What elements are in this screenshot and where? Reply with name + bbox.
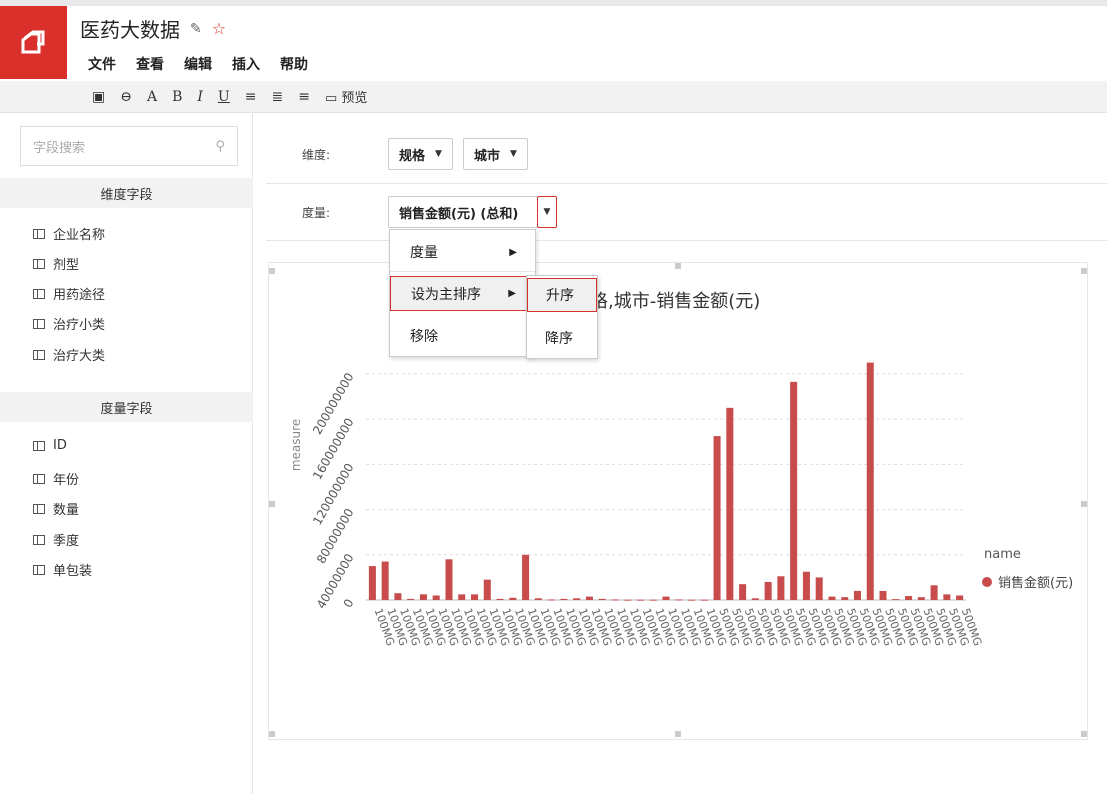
menu-divider [390, 271, 535, 272]
field-item[interactable]: 治疗大类 [33, 345, 105, 364]
measure-dropdown-button[interactable]: ▼ [537, 196, 557, 228]
field-item[interactable]: ID [33, 438, 67, 453]
field-item[interactable]: 治疗小类 [33, 314, 105, 333]
caret-down-icon: ▼ [543, 207, 551, 217]
field-item[interactable]: 年份 [33, 469, 79, 488]
app-logo[interactable] [0, 6, 67, 79]
dimension-label: 维度: [302, 148, 331, 162]
menu-item-descending[interactable]: 降序 [527, 320, 597, 356]
field-icon [33, 258, 45, 269]
menu-view[interactable]: 查看 [136, 54, 164, 74]
field-item[interactable]: 用药途径 [33, 284, 105, 303]
menu-item-label: 移除 [410, 329, 438, 345]
measure-label: 度量: [302, 206, 331, 220]
resize-handle[interactable] [269, 731, 275, 737]
field-item[interactable]: 季度 [33, 530, 79, 549]
resize-handle[interactable] [269, 268, 275, 274]
menu-item-label: 升序 [546, 288, 574, 304]
measure-fields-header: 度量字段 [0, 392, 253, 422]
top-border [0, 0, 1107, 6]
field-label: 治疗大类 [53, 349, 106, 364]
italic-button[interactable]: I [197, 89, 203, 105]
menu-help[interactable]: 帮助 [280, 54, 308, 74]
print-icon[interactable]: ⊖ [120, 89, 132, 105]
field-label: 剂型 [53, 258, 80, 273]
chip-label: 城市 [474, 148, 501, 164]
field-icon [33, 564, 45, 575]
resize-handle[interactable] [675, 263, 681, 269]
resize-handle[interactable] [269, 501, 275, 507]
dimension-chip[interactable]: 规格 ▼ [388, 138, 453, 170]
field-label: 治疗小类 [53, 318, 106, 333]
menu-item-label: 降序 [545, 331, 573, 347]
menu-item-label: 设为主排序 [411, 286, 481, 303]
menu-item-remove[interactable]: 移除 [390, 318, 535, 354]
font-color-button[interactable]: A [147, 89, 157, 105]
resize-handle[interactable] [1081, 268, 1087, 274]
save-icon[interactable]: ▣ [92, 89, 105, 105]
report-title: 医药大数据 [80, 18, 180, 42]
edit-icon[interactable]: ✎ [190, 21, 202, 37]
resize-handle[interactable] [1081, 501, 1087, 507]
menu-file[interactable]: 文件 [88, 54, 116, 74]
chip-label: 销售金额(元) (总和) [399, 206, 519, 222]
align-right-icon[interactable]: ≡ [298, 89, 310, 105]
preview-button[interactable]: ▭ 预览 [325, 87, 367, 106]
field-label: 企业名称 [53, 228, 106, 243]
context-menu: 度量 ▶ 设为主排序 ▶ 移除 [389, 229, 536, 357]
underline-button[interactable]: U [218, 89, 230, 105]
field-icon [33, 534, 45, 545]
field-label: 用药途径 [53, 288, 106, 303]
align-left-icon[interactable]: ≡ [245, 89, 257, 105]
report-title-bar: 医药大数据 ✎ ☆ [80, 14, 226, 43]
menu-item-label: 度量 [410, 245, 438, 261]
field-icon [33, 349, 45, 360]
menu-edit[interactable]: 编辑 [184, 54, 212, 74]
field-panel: 字段搜索 ⚲ 维度字段 企业名称 剂型 用药途径 治疗小类 治疗大类 度量字段 … [0, 114, 253, 794]
search-icon: ⚲ [215, 138, 225, 154]
field-item[interactable]: 单包装 [33, 560, 92, 579]
field-label: ID [53, 438, 67, 453]
align-center-icon[interactable]: ≣ [271, 89, 283, 105]
measure-chip[interactable]: 销售金额(元) (总和) [388, 196, 538, 228]
search-placeholder: 字段搜索 [33, 140, 86, 156]
dimension-chip[interactable]: 城市 ▼ [463, 138, 528, 170]
sort-submenu: 升序 降序 [526, 275, 598, 359]
field-icon [33, 318, 45, 329]
field-icon [33, 473, 45, 484]
field-label: 年份 [53, 473, 80, 488]
field-icon [33, 503, 45, 514]
preview-label: 预览 [341, 91, 368, 106]
bold-button[interactable]: B [172, 89, 182, 105]
dimension-fields-header: 维度字段 [0, 178, 253, 208]
field-icon [33, 288, 45, 299]
field-label: 数量 [53, 503, 80, 518]
app-logo-icon [21, 30, 44, 53]
field-icon [33, 440, 45, 451]
chart-title: 格,城市-销售金额(元) [590, 291, 761, 312]
field-item[interactable]: 剂型 [33, 254, 79, 273]
menu-item-measure[interactable]: 度量 ▶ [390, 234, 535, 270]
menu-item-ascending[interactable]: 升序 [527, 278, 597, 312]
divider [266, 183, 1107, 184]
resize-handle[interactable] [675, 731, 681, 737]
menubar: 文件 查看 编辑 插入 帮助 [88, 54, 308, 74]
field-icon [33, 228, 45, 239]
menu-insert[interactable]: 插入 [232, 54, 260, 74]
search-input[interactable]: 字段搜索 ⚲ [20, 126, 238, 166]
field-item[interactable]: 数量 [33, 499, 79, 518]
field-label: 季度 [53, 534, 80, 549]
caret-down-icon: ▼ [435, 149, 442, 159]
field-label: 单包装 [53, 564, 93, 579]
caret-right-icon: ▶ [509, 246, 517, 258]
field-item[interactable]: 企业名称 [33, 224, 105, 243]
format-toolbar: ▣ ⊖ A B I U ≡ ≣ ≡ ▭ 预览 [0, 81, 1107, 113]
caret-down-icon: ▼ [510, 149, 517, 159]
resize-handle[interactable] [1081, 731, 1087, 737]
caret-right-icon: ▶ [508, 288, 516, 299]
star-icon[interactable]: ☆ [212, 19, 226, 38]
chip-label: 规格 [399, 148, 426, 164]
menu-item-set-primary-sort[interactable]: 设为主排序 ▶ [390, 276, 535, 311]
